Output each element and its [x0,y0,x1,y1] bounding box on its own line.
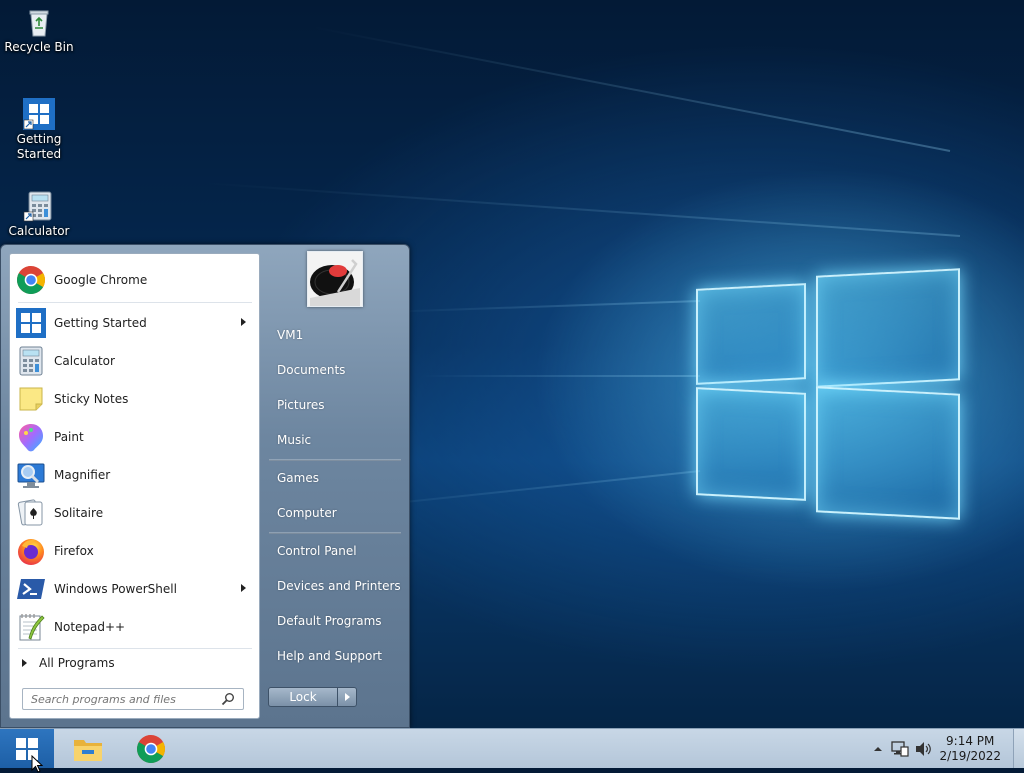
program-label: Sticky Notes [54,392,129,406]
volume-icon[interactable] [915,741,933,757]
program-label: Firefox [54,544,94,558]
all-programs-button[interactable]: All Programs [18,652,252,674]
network-icon[interactable] [891,740,910,757]
start-link-control-panel[interactable]: Control Panel [273,539,403,563]
program-label: Calculator [54,354,115,368]
desktop-icon-recycle-bin[interactable]: Recycle Bin [1,6,77,55]
solitaire-icon [17,499,43,526]
shutdown-options-button[interactable] [337,687,357,707]
programs-pane: Google Chrome Getting Started Calculator [9,253,260,719]
lock-button[interactable]: Lock [268,687,338,707]
start-button[interactable] [0,729,54,768]
program-google-chrome[interactable]: Google Chrome [14,262,256,298]
program-label: Magnifier [54,468,111,482]
start-link-user[interactable]: VM1 [273,323,403,347]
program-magnifier[interactable]: Magnifier [14,457,256,493]
submenu-arrow-icon[interactable] [241,318,246,326]
search-box[interactable] [22,688,244,710]
start-link-games[interactable]: Games [273,466,403,490]
program-label: Paint [54,430,84,444]
program-label: Getting Started [54,316,147,330]
calculator-icon [19,346,43,376]
taskbar-file-explorer[interactable] [66,732,110,766]
desktop-icon-getting-started[interactable]: Getting Started [1,98,77,162]
paint-icon [19,424,43,452]
program-getting-started[interactable]: Getting Started [14,305,256,341]
program-firefox[interactable]: Firefox [14,533,256,569]
all-programs-label: All Programs [39,656,115,670]
program-paint[interactable]: Paint [14,419,256,455]
powershell-icon [17,579,45,599]
start-link-documents[interactable]: Documents [273,358,403,382]
file-explorer-icon [74,740,102,761]
program-sticky-notes[interactable]: Sticky Notes [14,381,256,417]
chrome-icon [17,266,45,294]
clock-date: 2/19/2022 [939,748,1001,763]
system-tray: 9:14 PM 2/19/2022 [873,729,1024,768]
windows-wallpaper-logo [690,252,965,527]
start-link-music[interactable]: Music [273,428,403,452]
sticky-notes-icon [19,387,43,411]
start-menu: Google Chrome Getting Started Calculator [0,244,410,728]
windows-logo-icon [23,98,55,130]
divider [269,532,401,534]
clock-time: 9:14 PM [946,733,995,748]
program-windows-powershell[interactable]: Windows PowerShell [14,571,256,607]
windows-logo-icon [16,308,46,338]
firefox-icon [18,539,44,565]
notepad-plus-plus-icon [19,614,45,641]
program-label: Notepad++ [54,620,126,634]
taskbar-google-chrome[interactable] [129,732,173,766]
record-player-icon [308,252,362,306]
program-calculator[interactable]: Calculator [14,343,256,379]
magnifier-icon [17,463,45,488]
triangle-right-icon [22,659,27,667]
start-link-computer[interactable]: Computer [273,501,403,525]
divider [269,459,401,461]
search-input[interactable] [23,691,221,707]
desktop-icon-label: Getting Started [16,132,62,161]
submenu-arrow-icon[interactable] [241,584,246,592]
program-solitaire[interactable]: Solitaire [14,495,256,531]
triangle-right-icon [344,693,350,701]
start-link-devices-and-printers[interactable]: Devices and Printers [273,574,403,598]
start-link-default-programs[interactable]: Default Programs [273,609,403,633]
show-hidden-icons-icon[interactable] [873,744,883,754]
divider [18,648,252,649]
desktop-icon-calculator[interactable]: Calculator [1,190,77,239]
program-label: Google Chrome [54,273,148,287]
desktop-icon-label: Calculator [8,224,70,238]
start-link-help-and-support[interactable]: Help and Support [273,644,403,668]
start-link-pictures[interactable]: Pictures [273,393,403,417]
desktop-icon-label: Recycle Bin [4,40,74,54]
taskbar: 9:14 PM 2/19/2022 [0,728,1024,773]
program-notepad-plus-plus[interactable]: Notepad++ [14,609,256,645]
calculator-icon [23,191,52,222]
program-label: Solitaire [54,506,104,520]
clock[interactable]: 9:14 PM 2/19/2022 [939,734,1001,764]
mouse-cursor-icon [31,755,43,773]
search-icon[interactable] [221,692,235,706]
show-desktop-button[interactable] [1013,729,1024,768]
recycle-bin-icon [29,10,49,37]
divider [18,302,252,303]
program-label: Windows PowerShell [54,582,177,596]
chrome-icon [137,735,165,763]
user-account-picture[interactable] [307,251,363,307]
